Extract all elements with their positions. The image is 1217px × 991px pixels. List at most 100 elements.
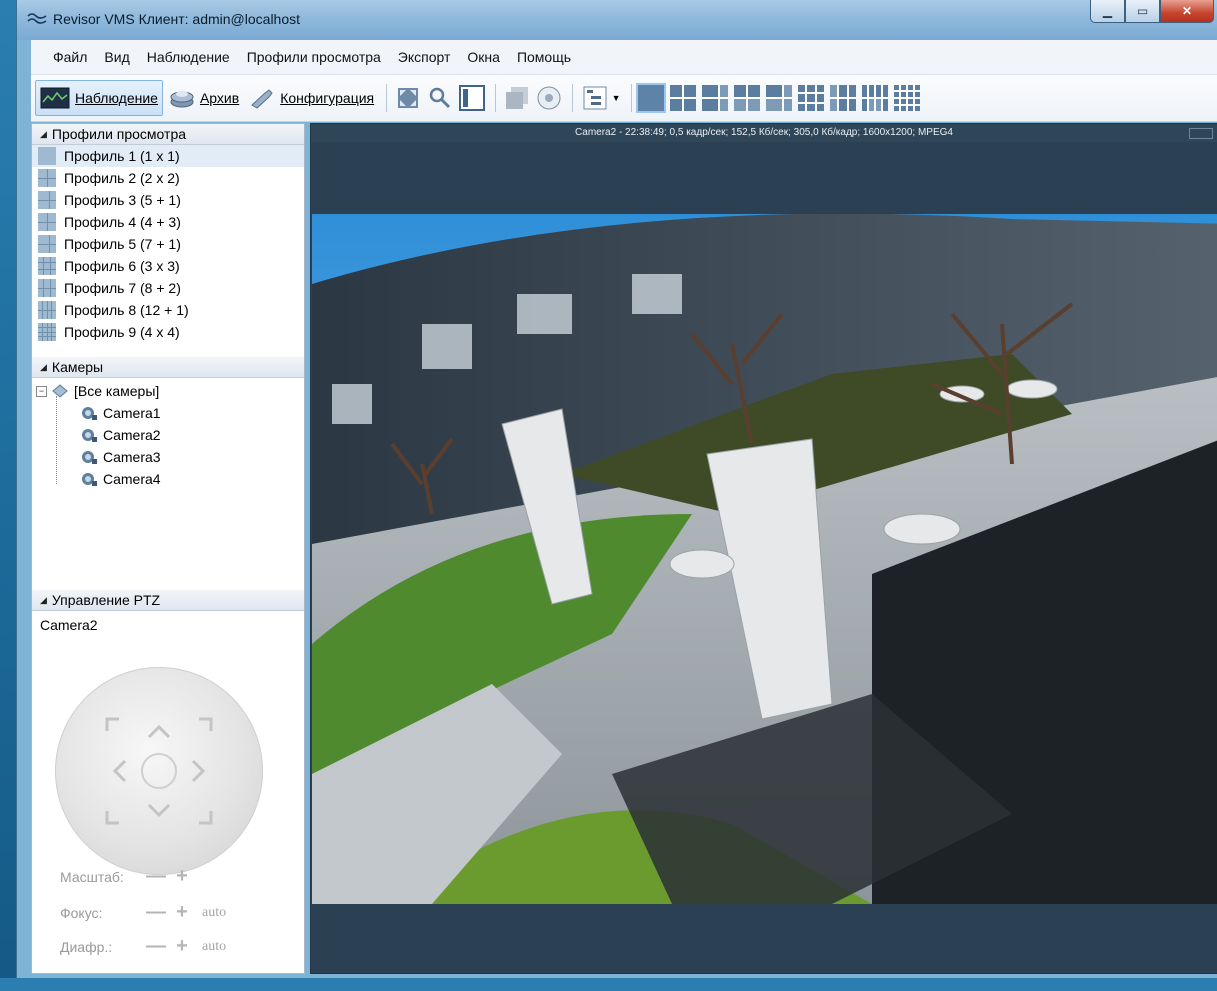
menu-view-profiles[interactable]: Профили просмотра bbox=[243, 49, 394, 65]
maximize-button[interactable]: ▭ bbox=[1125, 0, 1160, 23]
config-button[interactable]: Конфигурация bbox=[245, 81, 378, 115]
tree-root-all-cameras[interactable]: − [Все камеры] bbox=[36, 380, 304, 402]
profiles-header-label: Профили просмотра bbox=[51, 126, 187, 142]
layout-1x1-icon bbox=[38, 147, 56, 165]
archive-button[interactable]: Архив bbox=[165, 81, 243, 115]
zoom-button[interactable] bbox=[425, 81, 455, 115]
profile-label: Профиль 5 (7 + 1) bbox=[64, 236, 181, 252]
dropdown-arrow-icon: ▼ bbox=[611, 93, 621, 103]
ptz-joystick[interactable] bbox=[55, 667, 263, 875]
magnifier-icon bbox=[429, 87, 451, 109]
minimize-button[interactable]: ▁ bbox=[1090, 0, 1125, 23]
layout-4plus3-icon bbox=[38, 213, 56, 231]
menu-help[interactable]: Помощь bbox=[513, 49, 584, 65]
ptz-panel: Camera2 Масштаб: — + Фокус: — + auto Диа… bbox=[32, 611, 304, 991]
profile-item[interactable]: Профиль 1 (1 x 1) bbox=[32, 145, 304, 167]
profile-item[interactable]: Профиль 3 (5 + 1) bbox=[32, 189, 304, 211]
zoom-label: Масштаб: bbox=[60, 868, 124, 885]
zoom-out-button[interactable]: — bbox=[146, 865, 166, 888]
tree-item-camera[interactable]: Camera1 bbox=[36, 402, 304, 424]
video-view: Camera2 - 22:38:49; 0,5 кадр/сек; 152,5 … bbox=[310, 123, 1217, 974]
iris-auto-button[interactable]: auto bbox=[202, 939, 226, 955]
profile-label: Профиль 6 (3 x 3) bbox=[64, 258, 180, 274]
courtyard-scene-image bbox=[312, 214, 1217, 904]
layout-4plus3-button[interactable] bbox=[734, 85, 761, 111]
menu-view[interactable]: Вид bbox=[100, 49, 142, 65]
record-disc-button[interactable] bbox=[534, 81, 564, 115]
focus-label: Фокус: bbox=[60, 904, 103, 921]
collapse-icon[interactable]: − bbox=[36, 385, 47, 397]
focus-minus-button[interactable]: — bbox=[146, 901, 166, 924]
snapshot-button[interactable] bbox=[502, 81, 532, 115]
window-layout-icon bbox=[459, 85, 486, 111]
single-view-button[interactable] bbox=[457, 81, 487, 115]
minimize-icon: ▁ bbox=[1102, 4, 1113, 18]
collapse-triangle-icon: ◢ bbox=[40, 129, 47, 139]
layout-7plus1-button[interactable] bbox=[766, 85, 793, 111]
monitor-icon bbox=[40, 87, 70, 109]
layout-5plus1-button[interactable] bbox=[702, 85, 729, 111]
archive-icon bbox=[170, 91, 194, 108]
layout-2x2-button[interactable] bbox=[670, 85, 697, 111]
menu-file[interactable]: Файл bbox=[49, 49, 100, 65]
camera-icon bbox=[82, 429, 97, 442]
profile-item[interactable]: Профиль 6 (3 x 3) bbox=[32, 255, 304, 277]
menu-windows[interactable]: Окна bbox=[463, 49, 513, 65]
surveillance-button[interactable]: Наблюдение bbox=[35, 80, 163, 116]
ptz-camera-name: Camera2 bbox=[40, 617, 98, 633]
zoom-in-button[interactable]: + bbox=[172, 865, 192, 888]
profile-item[interactable]: Профиль 9 (4 x 4) bbox=[32, 321, 304, 343]
toolbar-separator bbox=[631, 84, 633, 112]
profile-label: Профиль 8 (12 + 1) bbox=[64, 302, 189, 318]
layout-12plus1-icon bbox=[38, 301, 56, 319]
profile-item[interactable]: Профиль 8 (12 + 1) bbox=[32, 299, 304, 321]
iris-minus-button[interactable]: — bbox=[146, 935, 166, 958]
tree-item-camera[interactable]: Camera4 bbox=[36, 468, 304, 490]
collapse-triangle-icon: ◢ bbox=[40, 595, 47, 605]
tree-view-button[interactable]: ▼ bbox=[579, 81, 623, 115]
layout-4x4-icon bbox=[38, 323, 56, 341]
focus-auto-button[interactable]: auto bbox=[202, 905, 226, 921]
menu-export[interactable]: Экспорт bbox=[394, 49, 464, 65]
layout-1x1-button[interactable] bbox=[636, 83, 667, 113]
ptz-section-header[interactable]: ◢ Управление PTZ bbox=[32, 590, 304, 611]
layout-12plus1-button[interactable] bbox=[862, 85, 889, 111]
close-icon: ✕ bbox=[1181, 4, 1193, 18]
camera-group-icon bbox=[52, 384, 68, 398]
camera-label: Camera4 bbox=[103, 471, 161, 487]
camera-icon bbox=[82, 451, 97, 464]
menu-bar: Файл Вид Наблюдение Профили просмотра Эк… bbox=[31, 40, 1217, 75]
layout-5plus1-icon bbox=[38, 191, 56, 209]
layout-2x2-icon bbox=[38, 169, 56, 187]
profile-item[interactable]: Профиль 4 (4 + 3) bbox=[32, 211, 304, 233]
camera-video-frame[interactable] bbox=[312, 214, 1217, 904]
toolbar-separator bbox=[572, 84, 574, 112]
iris-plus-button[interactable]: + bbox=[172, 935, 192, 958]
tree-item-camera[interactable]: Camera3 bbox=[36, 446, 304, 468]
profile-item[interactable]: Профиль 2 (2 x 2) bbox=[32, 167, 304, 189]
tile-options-icon[interactable] bbox=[1189, 128, 1213, 139]
cameras-section-header[interactable]: ◢ Камеры bbox=[32, 357, 304, 378]
focus-plus-button[interactable]: + bbox=[172, 901, 192, 924]
profile-item[interactable]: Профиль 5 (7 + 1) bbox=[32, 233, 304, 255]
profile-item[interactable]: Профиль 7 (8 + 2) bbox=[32, 277, 304, 299]
profile-label: Профиль 7 (8 + 2) bbox=[64, 280, 181, 296]
disc-icon bbox=[537, 86, 561, 110]
fullscreen-button[interactable] bbox=[393, 81, 423, 115]
menu-surveillance[interactable]: Наблюдение bbox=[143, 49, 243, 65]
layout-8plus2-button[interactable] bbox=[830, 85, 857, 111]
surveillance-label: Наблюдение bbox=[75, 90, 158, 106]
app-window: Revisor VMS Клиент: admin@localhost ▁ ▭ … bbox=[16, 0, 1217, 978]
camera-label: Camera3 bbox=[103, 449, 161, 465]
focus-control: Фокус: — + auto bbox=[60, 901, 226, 924]
layout-3x3-button[interactable] bbox=[798, 85, 825, 111]
tree-root-label: [Все камеры] bbox=[74, 383, 160, 399]
tree-item-camera[interactable]: Camera2 bbox=[36, 424, 304, 446]
zoom-control: Масштаб: — + bbox=[60, 865, 198, 888]
camera-label: Camera1 bbox=[103, 405, 161, 421]
close-button[interactable]: ✕ bbox=[1160, 0, 1214, 23]
profiles-section-header[interactable]: ◢ Профили просмотра bbox=[32, 124, 304, 145]
profile-label: Профиль 3 (5 + 1) bbox=[64, 192, 181, 208]
layout-4x4-button[interactable] bbox=[894, 85, 921, 111]
iris-label: Диафр.: bbox=[60, 938, 113, 955]
